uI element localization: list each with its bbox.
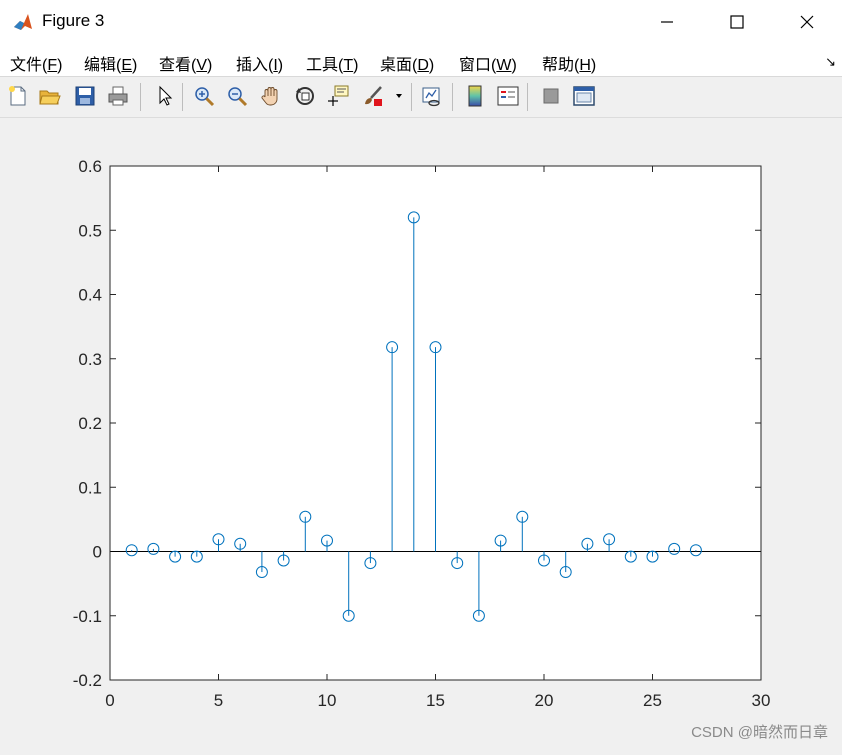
figure-canvas: 0 5 10 15 20 25 30 -0.2 -0.1 0 0.1 0.2 0.3 0.4 0.5 0.6 xyxy=(0,118,842,750)
brush-button[interactable] xyxy=(359,82,387,110)
y-tick-label: 0.6 xyxy=(78,157,102,176)
menu-file[interactable]: 文件(F) xyxy=(10,51,62,75)
legend-icon xyxy=(497,86,519,106)
print-icon xyxy=(108,86,128,106)
y-tick-label: 0.3 xyxy=(78,350,102,369)
y-tick-label: 0.4 xyxy=(78,286,102,305)
zoom-out-button[interactable] xyxy=(223,82,251,110)
zoom-in-icon xyxy=(195,87,215,107)
menu-view[interactable]: 查看(V) xyxy=(159,51,212,75)
brush-dropdown[interactable] xyxy=(391,82,407,110)
figure-toolbar xyxy=(0,77,842,118)
legend-button[interactable] xyxy=(494,82,522,110)
toolbar-separator xyxy=(527,83,528,111)
close-icon xyxy=(800,15,814,29)
print-button[interactable] xyxy=(104,82,132,110)
data-cursor-button[interactable] xyxy=(325,82,353,110)
chevron-down-icon xyxy=(396,94,402,98)
show-plot-tools-button[interactable] xyxy=(570,82,598,110)
matlab-app-icon xyxy=(12,11,34,33)
dock-arrow-icon[interactable]: ↘ xyxy=(825,54,836,70)
menu-bar: 文件(F) 编辑(E) 查看(V) 插入(I) 工具(T) 桌面(D) 窗口(W… xyxy=(0,44,842,77)
zoom-out-icon xyxy=(228,87,248,107)
x-tick-label: 30 xyxy=(752,691,771,710)
y-tick-label: 0.2 xyxy=(78,414,102,433)
pan-hand-icon xyxy=(261,87,278,106)
show-plot-tools-icon xyxy=(573,86,595,106)
close-button[interactable] xyxy=(772,0,842,44)
x-tick-label: 15 xyxy=(426,691,445,710)
colorbar-button[interactable] xyxy=(461,82,489,110)
pan-button[interactable] xyxy=(257,82,285,110)
x-tick-label: 10 xyxy=(318,691,337,710)
pointer-icon xyxy=(159,85,173,106)
menu-window[interactable]: 窗口(W) xyxy=(459,51,517,75)
colorbar-icon xyxy=(468,85,482,107)
window-title: Figure 3 xyxy=(42,11,105,30)
link-plot-icon xyxy=(422,87,440,107)
hide-plot-tools-icon xyxy=(543,88,559,104)
toolbar-separator xyxy=(411,83,412,111)
y-tick-label: -0.2 xyxy=(73,671,102,690)
brush-icon xyxy=(365,86,382,106)
zoom-in-button[interactable] xyxy=(190,82,218,110)
save-icon xyxy=(75,86,95,106)
hide-plot-tools-button[interactable] xyxy=(537,82,565,110)
x-tick-label: 0 xyxy=(105,691,114,710)
menu-tools[interactable]: 工具(T) xyxy=(306,51,358,75)
open-file-button[interactable] xyxy=(36,82,64,110)
rotate-3d-icon xyxy=(296,87,314,105)
x-tick-label: 25 xyxy=(643,691,662,710)
link-plot-button[interactable] xyxy=(418,82,446,110)
maximize-icon xyxy=(730,15,744,29)
y-tick-label: 0 xyxy=(93,543,102,562)
toolbar-separator xyxy=(140,83,141,111)
data-cursor-icon xyxy=(328,85,349,106)
minimize-icon xyxy=(661,21,673,23)
stem-plot[interactable]: 0 5 10 15 20 25 30 -0.2 -0.1 0 0.1 0.2 0.3 0.4 0.5 0.6 xyxy=(0,118,842,750)
menu-help[interactable]: 帮助(H) xyxy=(542,51,596,75)
toolbar-separator xyxy=(182,83,183,111)
save-button[interactable] xyxy=(71,82,99,110)
open-file-icon xyxy=(39,90,61,105)
rotate-3d-button[interactable] xyxy=(291,82,319,110)
watermark: CSDN @暗然而日章 xyxy=(691,724,828,741)
menu-edit[interactable]: 编辑(E) xyxy=(84,51,137,75)
title-bar: Figure 3 xyxy=(0,0,842,44)
maximize-button[interactable] xyxy=(702,0,772,44)
x-tick-label: 5 xyxy=(214,691,223,710)
y-tick-label: 0.5 xyxy=(78,221,102,240)
toolbar-separator xyxy=(452,83,453,111)
menu-insert[interactable]: 插入(I) xyxy=(236,51,283,75)
y-tick-label: 0.1 xyxy=(78,478,102,497)
menu-desktop[interactable]: 桌面(D) xyxy=(380,51,434,75)
pointer-button[interactable] xyxy=(150,82,178,110)
new-figure-icon xyxy=(9,86,26,106)
new-figure-button[interactable] xyxy=(4,82,32,110)
y-tick-label: -0.1 xyxy=(73,607,102,626)
minimize-button[interactable] xyxy=(632,0,702,44)
x-tick-label: 20 xyxy=(535,691,554,710)
